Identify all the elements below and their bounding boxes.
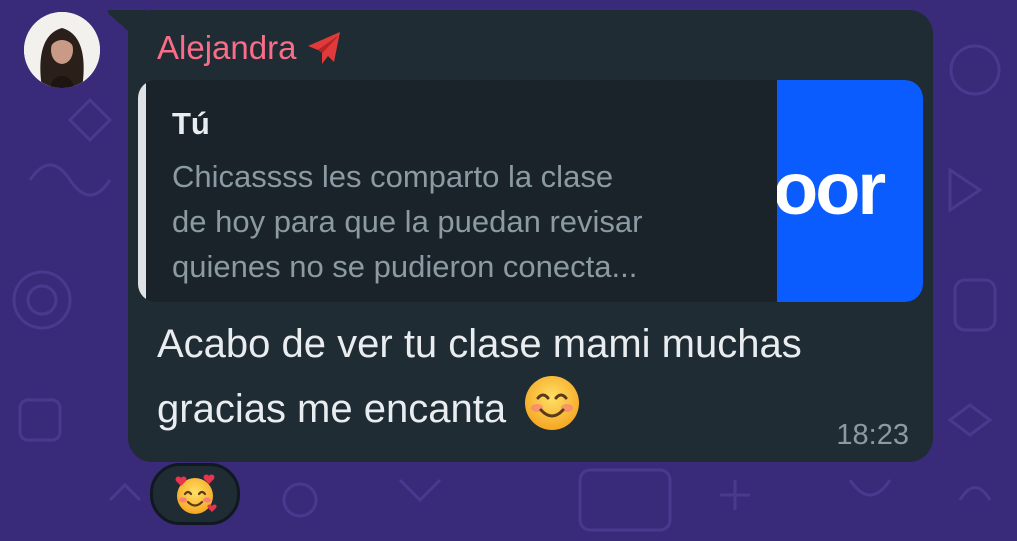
message-bubble[interactable]: Alejandra Tú Chicassss les comparto la c… <box>128 10 933 462</box>
sender-name-row[interactable]: Alejandra <box>157 28 344 68</box>
sender-name: Alejandra <box>157 29 297 66</box>
quoted-thumbnail[interactable]: oor <box>777 80 923 302</box>
message-time: 18:23 <box>836 419 909 451</box>
quoted-author: Tú <box>172 106 210 141</box>
sender-avatar[interactable] <box>24 12 100 88</box>
quoted-message[interactable]: Tú Chicassss les comparto la clase de ho… <box>138 80 923 302</box>
message-text: Acabo de ver tu clase mami muchas gracia… <box>157 322 802 431</box>
airplane-icon <box>304 28 344 68</box>
smiling-face-with-hearts-icon <box>175 474 217 514</box>
quoted-text: Chicassss les comparto la clase de hoy p… <box>172 159 643 284</box>
message-text-block: Acabo de ver tu clase mami muchas gracia… <box>157 314 897 439</box>
smiling-face-icon <box>523 374 581 432</box>
quote-accent-bar <box>138 80 146 302</box>
reaction-badge[interactable] <box>150 463 240 525</box>
thumbnail-logo-text: oor <box>777 147 886 230</box>
